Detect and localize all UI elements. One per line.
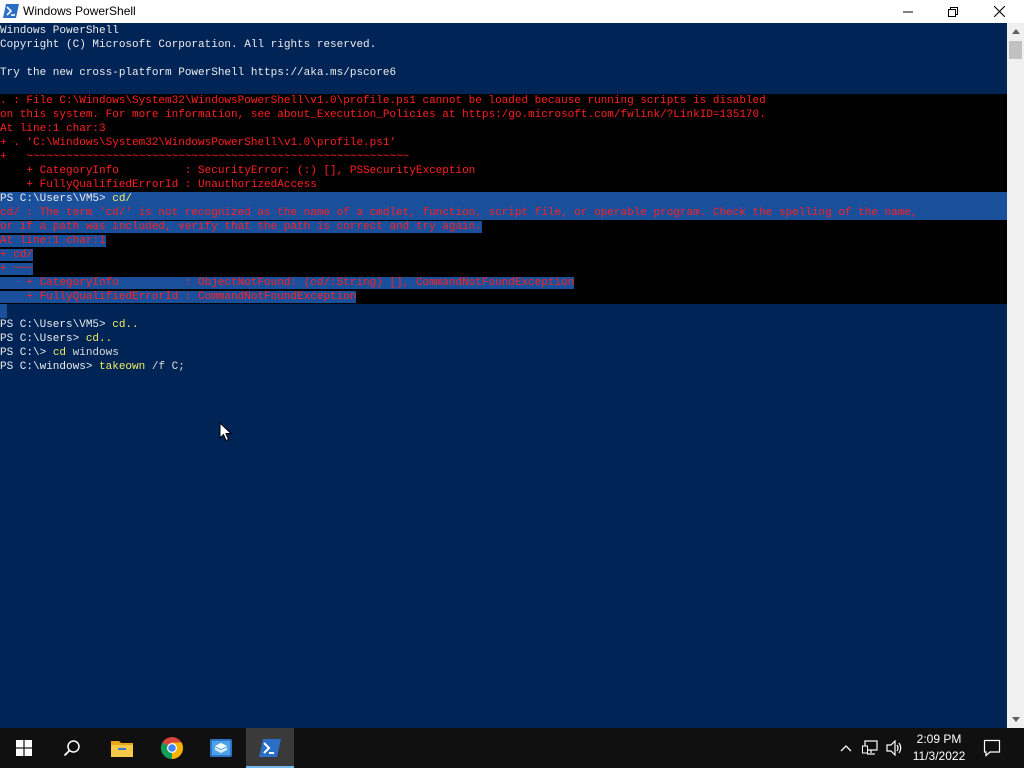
app-button[interactable] [197,728,245,768]
minimize-button[interactable] [885,0,931,23]
clock-time: 2:09 PM [916,732,962,746]
error-line-text: + ~~~ [0,263,34,275]
prompt-text: PS C:\> [0,347,53,359]
file-explorer-icon [111,741,133,757]
vertical-scrollbar[interactable] [1007,23,1024,728]
window-title: Windows PowerShell [23,4,136,18]
arrow-down-icon [1011,717,1020,722]
console-line: Copyright (C) Microsoft Corporation. All… [0,39,377,51]
profile-error-block: . : File C:\Windows\System32\WindowsPowe… [0,94,1007,192]
restore-icon [948,6,958,17]
scrollbar-thumb[interactable] [1009,41,1022,59]
cd-error-block: cd/ : The term 'cd/' is not recognized a… [0,206,1007,304]
search-icon [63,740,80,757]
title-bar[interactable]: Windows PowerShell [0,0,1024,23]
prompt-line: PS C:\Users> cd.. [0,332,1007,346]
console-line: Try the new cross-platform PowerShell ht… [0,67,397,79]
error-line: + FullyQualifiedErrorId : UnauthorizedAc… [0,179,317,191]
volume-button[interactable] [884,728,906,768]
error-line: or if a path was included, verify that t… [0,220,1007,234]
file-explorer-button[interactable] [98,728,146,768]
prompt-text: PS C:\Users> [0,333,86,345]
error-line: At line:1 char:1 [0,234,1007,248]
show-hidden-icons-button[interactable] [836,728,856,768]
error-line-text: or if a path was included, verify that t… [0,221,482,233]
command-text: cd.. [85,333,113,345]
prompt-line-active[interactable]: PS C:\windows> takeown /f C; [0,360,1007,374]
prompt-text: PS C:\windows> [0,361,100,373]
scroll-down-button[interactable] [1007,711,1024,728]
prompt-line: PS C:\> cd windows [0,346,1007,360]
error-line: + CategoryInfo : ObjectNotFound: (cd/:St… [0,276,1007,290]
prompt-line: PS C:\Users\VM5> cd/ [0,192,1007,206]
network-icon [862,740,878,755]
command-text: cd [52,347,67,359]
error-line: . : File C:\Windows\System32\WindowsPowe… [0,95,766,107]
restore-button[interactable] [930,0,976,23]
console-output[interactable]: Windows PowerShell Copyright (C) Microso… [0,23,1007,728]
clock-date: 11/3/2022 [912,749,966,763]
search-button[interactable] [48,728,96,768]
action-center-button[interactable] [976,728,1008,768]
powershell-taskbar-button[interactable] [246,728,294,768]
network-button[interactable] [860,728,882,768]
app-icon [210,739,232,757]
error-line: + CategoryInfo : SecurityError: (:) [], … [0,165,476,177]
error-line: + cd/ [0,248,1007,262]
clock[interactable]: 2:09 PM 11/3/2022 [908,731,970,765]
notification-icon [983,739,1001,757]
error-line-text: + FullyQualifiedErrorId : CommandNotFoun… [0,291,357,303]
command-arg: /f C; [145,361,185,373]
console-line: Windows PowerShell [0,25,119,37]
command-text: takeown [99,361,146,373]
close-icon [993,6,1005,17]
close-button[interactable] [976,0,1022,23]
prompt-text: PS C:\Users\VM5> [0,193,113,205]
command-text: cd/ [112,193,133,205]
mouse-pointer-icon [219,422,232,442]
error-line: + . 'C:\Windows\System32\WindowsPowerShe… [0,137,397,149]
prompt-line: PS C:\Users\VM5> cd.. [0,318,1007,332]
error-line: + ~~~~~~~~~~~~~~~~~~~~~~~~~~~~~~~~~~~~~~… [0,151,410,163]
error-line-text: + cd/ [0,249,34,261]
start-button[interactable] [0,728,48,768]
error-line-text: + CategoryInfo : ObjectNotFound: (cd/:St… [0,277,575,289]
chevron-up-icon [840,745,852,752]
scroll-up-button[interactable] [1007,23,1024,40]
error-line: cd/ : The term 'cd/' is not recognized a… [0,206,1007,220]
error-line-text: At line:1 char:1 [0,235,106,247]
chrome-button[interactable] [148,728,196,768]
powershell-icon [3,4,19,18]
command-text: cd.. [112,319,139,331]
arrow-up-icon [1011,29,1020,34]
error-line: + ~~~ [0,262,1007,276]
windows-start-icon [16,740,32,756]
volume-icon [886,740,902,756]
console-line [0,304,1007,318]
command-arg: windows [66,347,119,359]
chrome-icon [161,737,183,759]
error-line: on this system. For more information, se… [0,109,766,121]
powershell-icon [259,739,281,757]
minimize-icon [903,11,913,12]
taskbar: 2:09 PM 11/3/2022 [0,728,1024,768]
error-line: At line:1 char:3 [0,123,106,135]
prompt-text: PS C:\Users\VM5> [0,319,113,331]
error-line: + FullyQualifiedErrorId : CommandNotFoun… [0,290,1007,304]
